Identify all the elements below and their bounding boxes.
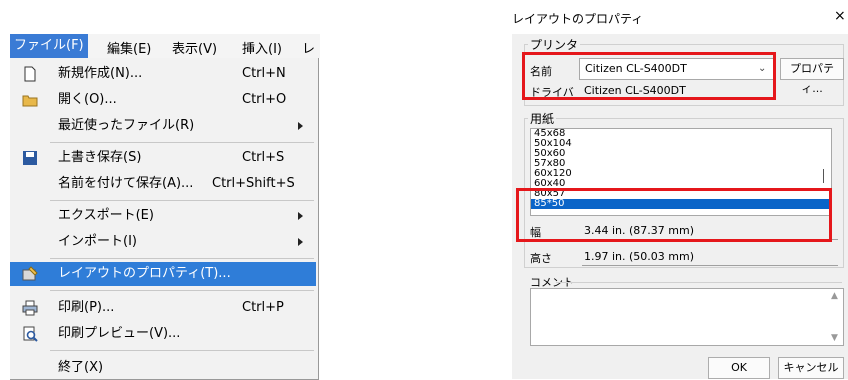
menu-item-shortcut: Ctrl+S <box>242 150 285 165</box>
menu-item-shortcut: Ctrl+P <box>242 300 284 315</box>
menu-item-print[interactable]: 印刷(P)... Ctrl+P <box>10 296 316 320</box>
menu-insert[interactable]: 挿入(I) <box>242 38 282 57</box>
menu-item-label: 終了(X) <box>58 360 104 375</box>
list-item[interactable]: 50x104 <box>531 139 831 149</box>
printer-icon <box>22 300 38 316</box>
printer-group-title: プリンタ <box>528 36 581 53</box>
list-item[interactable]: 60x120 <box>531 169 831 179</box>
annotation-box-paper <box>516 188 832 242</box>
list-item[interactable]: 45x68 <box>531 129 831 139</box>
file-menu-dropdown: 新規作成(N)... Ctrl+N 開く(O)... Ctrl+O 最近使ったフ… <box>10 58 319 380</box>
menu-item-label: レイアウトのプロパティ(T)... <box>58 266 231 281</box>
menu-item-label: 最近使ったファイル(R) <box>58 118 195 133</box>
open-folder-icon <box>22 95 38 107</box>
menu-bar: ファイル(F) 編集(E) 表示(V) 挿入(I) レイ <box>10 34 320 76</box>
new-document-icon <box>24 66 36 82</box>
cancel-button[interactable]: キャンセル <box>778 357 844 379</box>
height-label: 高さ <box>530 252 552 265</box>
scrollbar-thumb[interactable] <box>823 169 824 183</box>
menu-item-label: 開く(O)... <box>58 92 117 107</box>
menu-item-open[interactable]: 開く(O)... Ctrl+O <box>10 88 316 112</box>
menu-item-shortcut: Ctrl+N <box>242 66 286 81</box>
menu-item-save[interactable]: 上書き保存(S) Ctrl+S <box>10 146 316 170</box>
menu-separator <box>50 350 314 351</box>
ok-button[interactable]: OK <box>708 357 770 379</box>
layout-properties-dialog: レイアウトのプロパティ × プリンタ 名前 Citizen CL-S400DT … <box>512 0 848 379</box>
menu-item-new[interactable]: 新規作成(N)... Ctrl+N <box>10 62 316 86</box>
comment-group-line <box>556 282 842 283</box>
menu-edit[interactable]: 編集(E) <box>107 38 151 57</box>
layout-properties-icon <box>22 266 38 281</box>
menu-separator <box>50 258 314 259</box>
save-disk-icon <box>23 151 37 165</box>
comment-textarea[interactable]: ▲ ▼ <box>530 288 844 346</box>
submenu-arrow-icon <box>298 238 303 246</box>
menu-separator <box>50 200 314 201</box>
menu-item-label: 新規作成(N)... <box>58 66 143 81</box>
dialog-titlebar: レイアウトのプロパティ × <box>512 0 848 34</box>
menu-item-import[interactable]: インポート(I) <box>10 230 316 254</box>
menu-item-layout-properties[interactable]: レイアウトのプロパティ(T)... <box>10 262 316 286</box>
menu-item-label: 印刷プレビュー(V)... <box>58 326 181 341</box>
menu-item-label: 名前を付けて保存(A)... <box>58 176 194 191</box>
list-item[interactable]: 50x60 <box>531 149 831 159</box>
menu-item-shortcut: Ctrl+Shift+S <box>212 176 295 191</box>
menu-item-export[interactable]: エクスポート(E) <box>10 204 316 228</box>
paper-group-title: 用紙 <box>528 110 557 127</box>
menu-separator <box>50 142 314 143</box>
list-item[interactable]: 57x80 <box>531 159 831 169</box>
printer-properties-button[interactable]: プロパティ... <box>780 58 844 95</box>
height-value: 1.97 in. (50.03 mm) <box>584 250 695 263</box>
submenu-arrow-icon <box>298 212 303 220</box>
menu-separator <box>50 290 314 291</box>
print-preview-icon <box>23 326 38 342</box>
menu-item-shortcut: Ctrl+O <box>242 92 287 107</box>
menu-view[interactable]: 表示(V) <box>172 38 217 57</box>
height-underline <box>582 265 838 266</box>
annotation-box-printer <box>522 52 776 100</box>
menu-item-recent[interactable]: 最近使ったファイル(R) <box>10 114 316 138</box>
menu-item-label: 印刷(P)... <box>58 300 115 315</box>
submenu-arrow-icon <box>298 122 303 130</box>
menu-item-exit[interactable]: 終了(X) <box>10 356 316 380</box>
dialog-title: レイアウトのプロパティ <box>512 12 644 26</box>
scroll-up-icon[interactable]: ▲ <box>831 291 838 301</box>
menu-item-save-as[interactable]: 名前を付けて保存(A)... Ctrl+Shift+S <box>10 172 316 196</box>
menu-item-label: 上書き保存(S) <box>58 150 142 165</box>
close-icon[interactable]: × <box>834 8 846 24</box>
scroll-down-icon[interactable]: ▼ <box>831 333 838 343</box>
menu-item-label: エクスポート(E) <box>58 208 154 223</box>
menu-item-label: インポート(I) <box>58 234 137 249</box>
menu-item-print-preview[interactable]: 印刷プレビュー(V)... <box>10 322 316 346</box>
menu-file[interactable]: ファイル(F) <box>10 34 88 58</box>
